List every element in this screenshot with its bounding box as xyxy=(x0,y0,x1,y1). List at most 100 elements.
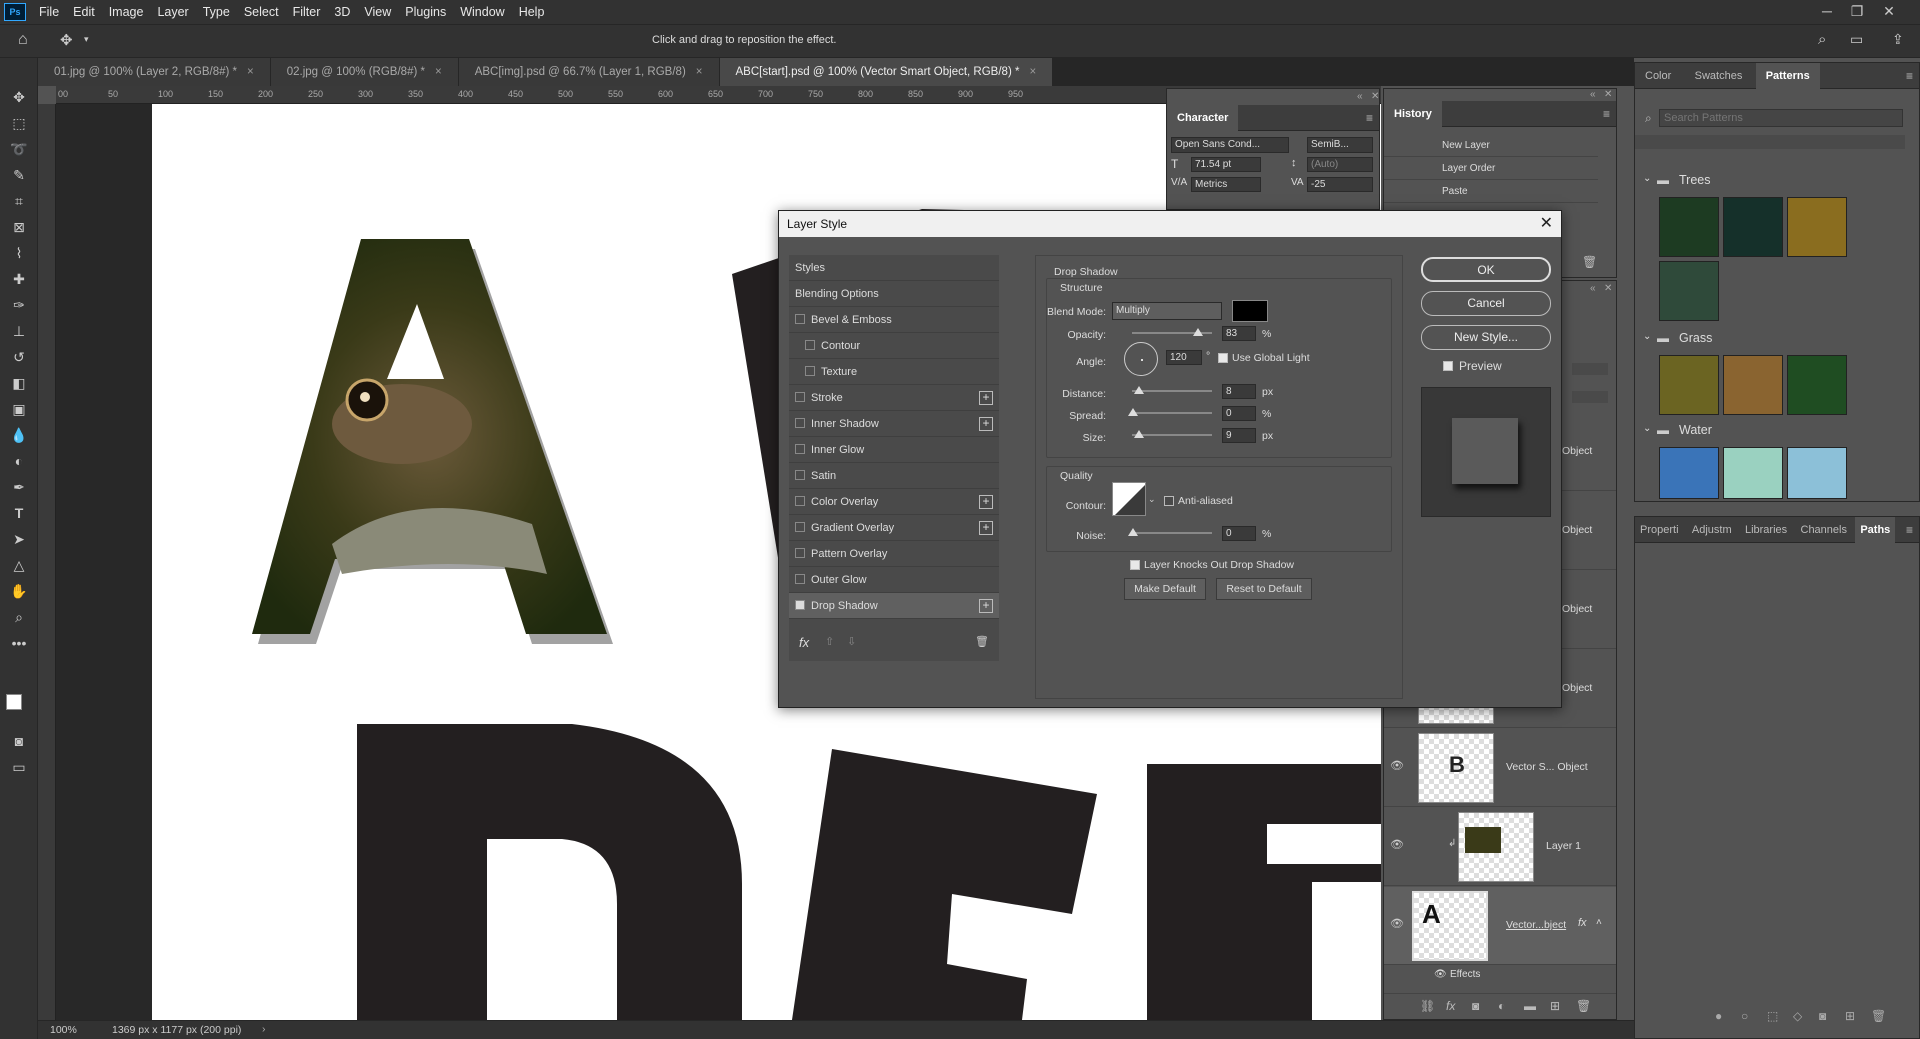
chevron-down-icon[interactable]: ⌄ xyxy=(1643,331,1651,342)
mask-icon[interactable]: ◙ xyxy=(1819,1009,1826,1023)
trash-icon[interactable]: 🗑 xyxy=(975,635,989,648)
menu-image[interactable]: Image xyxy=(102,0,151,24)
add-icon[interactable]: + xyxy=(979,599,993,613)
blur-tool-icon[interactable]: 💧 xyxy=(0,422,38,448)
pattern-swatch[interactable] xyxy=(1787,197,1847,257)
new-style-button[interactable]: New Style... xyxy=(1421,325,1551,350)
link-icon[interactable]: ⛓ xyxy=(1420,999,1435,1013)
add-icon[interactable]: + xyxy=(979,391,993,405)
tab-history[interactable]: History xyxy=(1384,101,1442,127)
reset-default-button[interactable]: Reset to Default xyxy=(1216,578,1312,600)
menu-select[interactable]: Select xyxy=(237,0,286,24)
search-icon[interactable]: ⌕ xyxy=(1818,31,1826,48)
close-icon[interactable]: × xyxy=(1029,66,1036,78)
cancel-button[interactable]: Cancel xyxy=(1421,291,1551,316)
panel-menu-icon[interactable]: ≡ xyxy=(1906,523,1913,537)
blend-mode-select[interactable]: Multiply xyxy=(1112,302,1222,320)
history-brush-icon[interactable]: ↺ xyxy=(0,344,38,370)
checkbox[interactable] xyxy=(805,366,815,376)
eye-icon[interactable]: 👁 xyxy=(1390,838,1404,851)
tab-patterns[interactable]: Patterns xyxy=(1755,63,1820,89)
contour-picker[interactable] xyxy=(1112,482,1146,516)
collapse-icon[interactable]: « xyxy=(1590,89,1596,100)
style-item-pattern-overlay[interactable]: Pattern Overlay xyxy=(789,541,999,567)
checkbox-checked[interactable] xyxy=(795,600,805,610)
layer-name[interactable]: Layer 1 xyxy=(1546,840,1581,852)
move-tool-icon[interactable]: ✥ xyxy=(60,31,73,49)
menu-view[interactable]: View xyxy=(357,0,398,24)
menu-window[interactable]: Window xyxy=(453,0,511,24)
hand-tool-icon[interactable]: ✋ xyxy=(0,578,38,604)
tab-01-jpg[interactable]: 01.jpg @ 100% (Layer 2, RGB/8#) * × xyxy=(38,58,271,86)
font-size-field[interactable]: 71.54 pt xyxy=(1191,157,1261,172)
make-path-icon[interactable]: ◇ xyxy=(1793,1009,1802,1023)
frame-tool-icon[interactable]: ⊠ xyxy=(0,214,38,240)
tab-character[interactable]: Character xyxy=(1167,105,1239,131)
pattern-swatch[interactable] xyxy=(1659,355,1719,415)
trash-icon[interactable]: 🗑 xyxy=(1871,1009,1886,1023)
shape-tool-icon[interactable]: △ xyxy=(0,552,38,578)
style-item-stroke[interactable]: Stroke + xyxy=(789,385,999,411)
eye-icon[interactable]: 👁 xyxy=(1390,917,1404,930)
marquee-tool-icon[interactable]: ⬚ xyxy=(0,110,38,136)
checkbox[interactable] xyxy=(795,496,805,506)
pattern-swatch[interactable] xyxy=(1787,447,1847,499)
checkbox[interactable] xyxy=(795,392,805,402)
opacity-field[interactable]: 83 xyxy=(1222,326,1256,341)
checkbox[interactable] xyxy=(795,314,805,324)
menu-plugins[interactable]: Plugins xyxy=(398,0,453,24)
style-item-contour[interactable]: Contour xyxy=(789,333,999,359)
mask-icon[interactable]: ◙ xyxy=(1472,999,1479,1013)
pattern-swatch[interactable] xyxy=(1659,261,1719,321)
new-layer-icon[interactable]: ⊞ xyxy=(1550,999,1560,1013)
checkbox[interactable] xyxy=(795,548,805,558)
opacity-slider-thumb[interactable] xyxy=(1193,328,1204,336)
panel-menu-icon[interactable]: ≡ xyxy=(1603,107,1610,121)
add-icon[interactable]: + xyxy=(979,521,993,535)
adjustment-icon[interactable]: ◐ xyxy=(1498,999,1505,1013)
more-tools-icon[interactable]: ••• xyxy=(0,630,38,656)
history-item[interactable]: New Layer xyxy=(1384,135,1598,157)
distance-slider[interactable] xyxy=(1132,390,1212,392)
eye-icon[interactable]: 👁 xyxy=(1390,759,1404,772)
move-down-icon[interactable]: ⇩ xyxy=(847,635,856,648)
kerning-field[interactable]: Metrics xyxy=(1191,177,1261,192)
layer-opacity-field[interactable] xyxy=(1572,363,1608,375)
layer-row[interactable]: 👁 ↲ Layer 1 xyxy=(1384,808,1616,886)
type-tool-icon[interactable]: T xyxy=(0,500,38,526)
path-select-icon[interactable]: ➤ xyxy=(0,526,38,552)
anti-aliased-checkbox[interactable] xyxy=(1164,496,1174,506)
use-global-light-checkbox[interactable] xyxy=(1218,353,1228,363)
close-icon[interactable]: ✕ xyxy=(1604,89,1612,100)
pattern-search-input[interactable] xyxy=(1659,109,1903,127)
eyedropper-icon[interactable]: ⌇ xyxy=(0,240,38,266)
fill-path-icon[interactable]: ● xyxy=(1715,1009,1722,1023)
layer-fill-field[interactable] xyxy=(1572,391,1608,403)
menu-help[interactable]: Help xyxy=(512,0,552,24)
tab-02-jpg[interactable]: 02.jpg @ 100% (RGB/8#) * × xyxy=(270,58,459,86)
pattern-swatch[interactable] xyxy=(1723,197,1783,257)
move-tool-icon[interactable]: ✥ xyxy=(0,84,38,110)
tab-abc-start[interactable]: ABC[start].psd @ 100% (Vector Smart Obje… xyxy=(719,58,1054,86)
make-default-button[interactable]: Make Default xyxy=(1124,578,1206,600)
style-item-bevel-emboss[interactable]: Bevel & Emboss xyxy=(789,307,999,333)
chevron-down-icon[interactable]: ⌄ xyxy=(1148,494,1156,505)
style-item-blending-options[interactable]: Blending Options xyxy=(789,281,999,307)
move-up-icon[interactable]: ⇧ xyxy=(825,635,834,648)
angle-dial[interactable] xyxy=(1124,342,1158,376)
leading-field[interactable]: (Auto) xyxy=(1307,157,1373,172)
style-item-texture[interactable]: Texture xyxy=(789,359,999,385)
collapse-icon[interactable]: « xyxy=(1590,283,1596,294)
share-icon[interactable]: ⇪ xyxy=(1892,31,1904,48)
trash-icon[interactable]: 🗑 xyxy=(1576,999,1591,1013)
home-icon[interactable]: ⌂ xyxy=(18,31,28,49)
tab-abc-img[interactable]: ABC[img].psd @ 66.7% (Layer 1, RGB/8) × xyxy=(458,58,720,86)
add-icon[interactable]: + xyxy=(979,495,993,509)
lasso-tool-icon[interactable]: ➰ xyxy=(0,136,38,162)
chevron-up-icon[interactable]: ˄ xyxy=(1596,917,1602,928)
tab-libraries[interactable]: Libraries xyxy=(1740,517,1792,543)
spread-slider[interactable] xyxy=(1132,412,1212,414)
fx-menu-button[interactable]: fx xyxy=(799,635,809,650)
style-item-inner-shadow[interactable]: Inner Shadow + xyxy=(789,411,999,437)
style-item-satin[interactable]: Satin xyxy=(789,463,999,489)
